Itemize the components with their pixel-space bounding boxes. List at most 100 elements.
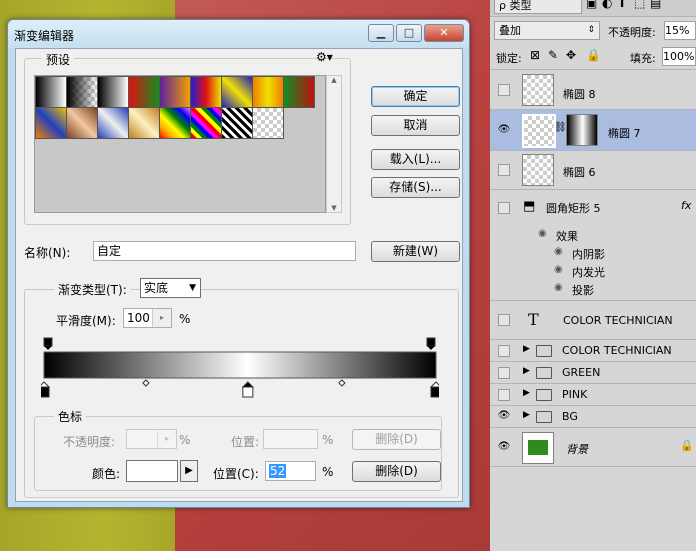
smoothness-stepper[interactable]: ▸ (152, 309, 171, 327)
stop-position-unit: % (322, 465, 334, 479)
preset-swatch[interactable] (221, 76, 253, 108)
opacity-input[interactable]: 15% (664, 21, 696, 40)
name-input[interactable]: 自定 (93, 241, 356, 261)
fill-input[interactable]: 100% (662, 47, 696, 66)
layer-group-row[interactable]: ▶ GREEN (490, 362, 696, 384)
opacity-stop-left[interactable] (43, 337, 53, 350)
lock-all-icon[interactable]: 🔒 (586, 48, 601, 62)
stop-position-input-disabled[interactable] (263, 429, 318, 449)
gear-icon[interactable]: ⚙▾ (316, 50, 333, 64)
cancel-button[interactable]: 取消 (371, 115, 460, 136)
link-icon[interactable]: ⛓ (554, 122, 567, 133)
eye-icon[interactable]: ◉ (554, 264, 563, 275)
effect-name[interactable]: 投影 (572, 282, 594, 298)
preset-swatch[interactable] (159, 76, 191, 108)
visibility-toggle[interactable] (498, 367, 510, 379)
preset-swatch[interactable] (283, 76, 315, 108)
color-menu-arrow-icon[interactable]: ▶ (180, 460, 198, 482)
delete-opacity-stop-button[interactable]: 删除(D) (352, 429, 441, 450)
layer-row[interactable]: 椭圆 8 (490, 70, 696, 110)
preset-swatch[interactable] (35, 76, 67, 108)
stop-opacity-stepper[interactable]: ▸ (157, 430, 176, 448)
preset-swatch[interactable] (159, 107, 191, 139)
preset-swatch[interactable] (35, 107, 67, 139)
layer-row[interactable]: 椭圆 6 (490, 151, 696, 190)
visibility-toggle[interactable] (498, 202, 510, 214)
expand-arrow-icon[interactable]: ▶ (523, 388, 530, 398)
eye-icon[interactable]: 👁 (497, 441, 511, 453)
preset-swatch[interactable] (97, 107, 129, 139)
layer-mask-thumbnail[interactable] (566, 114, 598, 146)
smoothness-input[interactable]: 100 ▸ (123, 308, 172, 328)
delete-color-stop-button[interactable]: 删除(D) (352, 461, 441, 482)
lock-icon: 🔒 (680, 439, 694, 452)
preset-swatch[interactable] (128, 76, 160, 108)
lock-label: 锁定: (496, 52, 522, 65)
gradient-preview[interactable] (43, 351, 437, 379)
filter-adjustment-icon[interactable]: ◐ (602, 0, 612, 10)
layer-group-row[interactable]: ▶ PINK (490, 384, 696, 406)
visibility-toggle[interactable] (498, 84, 510, 96)
close-button[interactable]: ✕ (424, 24, 464, 42)
gradient-editor-bar[interactable] (37, 336, 443, 400)
color-stop[interactable] (429, 381, 443, 398)
preset-swatch[interactable] (128, 107, 160, 139)
stop-color-swatch[interactable] (126, 460, 178, 482)
opacity-stop-right[interactable] (426, 337, 436, 350)
expand-arrow-icon[interactable]: ▶ (523, 366, 530, 376)
layer-group-row[interactable]: 👁 ▶ BG (490, 406, 696, 428)
visibility-toggle[interactable] (498, 164, 510, 176)
color-stop[interactable] (37, 381, 51, 398)
ok-button[interactable]: 确定 (371, 86, 460, 107)
blend-mode-select[interactable]: 叠加 ⇕ (494, 21, 600, 40)
preset-swatch[interactable] (252, 76, 284, 108)
midpoint-diamond[interactable] (142, 379, 150, 387)
midpoint-diamond[interactable] (338, 379, 346, 387)
filter-type-icon[interactable]: T (618, 0, 626, 10)
lock-move-icon[interactable]: ✥ (566, 48, 576, 62)
preset-swatch[interactable] (190, 107, 222, 139)
effect-name[interactable]: 内阴影 (572, 246, 605, 262)
filter-pixel-icon[interactable]: ▣ (586, 0, 597, 10)
filter-smartobject-icon[interactable]: ▤ (650, 0, 661, 10)
layer-row[interactable]: ⬒ 圆角矩形 5 fx (490, 190, 696, 224)
visibility-toggle[interactable] (498, 314, 510, 326)
minimize-button[interactable]: ▁ (368, 24, 394, 42)
expand-arrow-icon[interactable]: ▶ (523, 410, 530, 420)
gradient-type-select[interactable]: 实底 ▼ (140, 278, 201, 298)
load-button[interactable]: 载入(L)... (371, 149, 460, 170)
preset-swatch[interactable] (252, 107, 284, 139)
preset-swatch[interactable] (66, 107, 98, 139)
lock-brush-icon[interactable]: ✎ (548, 48, 558, 62)
layer-row-background[interactable]: 👁 背景 🔒 (490, 428, 696, 467)
color-stop[interactable] (241, 381, 255, 398)
title-bar[interactable]: 渐变编辑器 ▁ □ ✕ (8, 20, 469, 48)
fx-icon[interactable]: fx (681, 199, 691, 212)
eye-icon[interactable]: ◉ (554, 246, 563, 257)
preset-swatch[interactable] (190, 76, 222, 108)
eye-icon[interactable]: 👁 (497, 124, 511, 136)
save-button[interactable]: 存储(S)... (371, 177, 460, 198)
layer-row-selected[interactable]: 👁 ⛓ 椭圆 7 (490, 110, 696, 151)
maximize-button[interactable]: □ (396, 24, 422, 42)
lock-transparent-icon[interactable]: ⊠ (530, 48, 540, 62)
filter-kind-select[interactable]: ρ 类型 (494, 0, 582, 14)
preset-scrollbar[interactable]: ▲ ▼ (326, 75, 342, 213)
eye-icon[interactable]: 👁 (497, 410, 511, 422)
new-button[interactable]: 新建(W) (371, 241, 460, 262)
eye-icon[interactable]: ◉ (538, 228, 547, 239)
layer-group-row[interactable]: ▶ COLOR TECHNICIAN (490, 340, 696, 362)
smoothness-unit: % (179, 312, 191, 326)
effect-name[interactable]: 内发光 (572, 264, 605, 280)
layer-row[interactable]: T COLOR TECHNICIAN (490, 301, 696, 340)
visibility-toggle[interactable] (498, 345, 510, 357)
visibility-toggle[interactable] (498, 389, 510, 401)
eye-icon[interactable]: ◉ (554, 282, 563, 293)
preset-swatch[interactable] (66, 76, 98, 108)
filter-shape-icon[interactable]: ⬚ (634, 0, 645, 10)
stop-opacity-input[interactable]: ▸ (126, 429, 177, 449)
preset-swatch[interactable] (97, 76, 129, 108)
preset-swatch[interactable] (221, 107, 253, 139)
expand-arrow-icon[interactable]: ▶ (523, 344, 530, 354)
stop-position-input[interactable]: 52 (265, 461, 316, 481)
